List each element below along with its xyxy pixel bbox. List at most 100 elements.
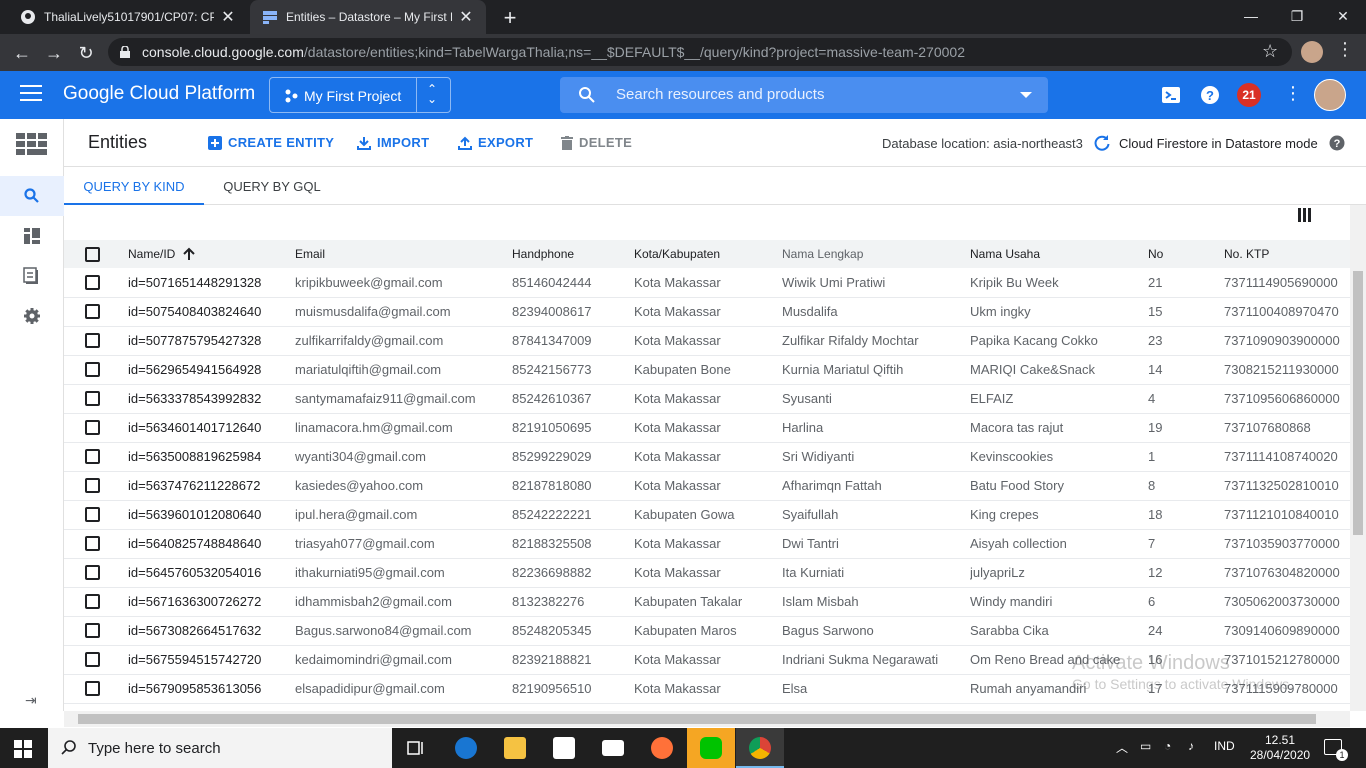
- close-window-button[interactable]: ✕: [1320, 0, 1366, 34]
- clock[interactable]: 12.51 28/04/2020: [1250, 733, 1310, 763]
- row-checkbox[interactable]: [85, 478, 100, 493]
- datastore-product-icon[interactable]: [0, 123, 64, 163]
- delete-button[interactable]: DELETE: [561, 135, 632, 150]
- volume-icon[interactable]: ♪: [1188, 739, 1194, 753]
- browser-tab-datastore[interactable]: Entities – Datastore – My First Pr ✕: [250, 0, 486, 34]
- expand-rail-icon[interactable]: ⇥: [25, 692, 37, 709]
- search-bar[interactable]: Search resources and products: [560, 77, 1048, 113]
- table-row[interactable]: id=5671636300726272 idhammisbah2@gmail.co…: [64, 587, 1350, 617]
- column-header[interactable]: No: [1148, 240, 1224, 268]
- close-tab-icon[interactable]: ✕: [458, 7, 474, 27]
- tab-query-by-gql[interactable]: QUERY BY GQL: [204, 167, 340, 205]
- table-row[interactable]: id=5639601012080640 ipul.hera@gmail.com 85…: [64, 500, 1350, 530]
- table-row[interactable]: id=5629654941564928 mariatulqiftih@gmail.…: [64, 355, 1350, 385]
- forward-icon[interactable]: →: [41, 40, 67, 66]
- vertical-scrollbar[interactable]: [1350, 205, 1366, 711]
- row-checkbox[interactable]: [85, 652, 100, 667]
- cloud-shell-icon[interactable]: [1160, 84, 1182, 106]
- url-field[interactable]: console.cloud.google.com/datastore/entit…: [108, 38, 1292, 66]
- row-checkbox[interactable]: [85, 304, 100, 319]
- row-checkbox[interactable]: [85, 623, 100, 638]
- browser-profile-avatar[interactable]: [1301, 41, 1323, 63]
- entity-id-link[interactable]: id=5629654941564928: [128, 355, 295, 385]
- create-entity-button[interactable]: CREATE ENTITY: [208, 135, 334, 150]
- chevron-up-icon[interactable]: ︿: [1116, 739, 1128, 756]
- horizontal-scrollbar[interactable]: [64, 711, 1350, 727]
- notification-center-icon[interactable]: 1: [1324, 739, 1348, 761]
- column-display-icon[interactable]: [1298, 208, 1312, 222]
- scrollbar-thumb[interactable]: [1353, 271, 1363, 535]
- hamburger-menu-icon[interactable]: [20, 85, 42, 103]
- entity-id-link[interactable]: id=5637476211228672: [128, 471, 295, 501]
- entity-id-link[interactable]: id=5645760532054016: [128, 558, 295, 588]
- row-checkbox[interactable]: [85, 274, 100, 290]
- reload-icon[interactable]: ↻: [73, 40, 99, 66]
- row-checkbox[interactable]: [85, 565, 100, 580]
- entity-id-link[interactable]: id=5675594515742720: [128, 645, 295, 675]
- gcp-title[interactable]: Google Cloud Platform: [63, 83, 255, 105]
- row-checkbox[interactable]: [85, 333, 100, 348]
- arrow-up-icon[interactable]: [183, 247, 196, 261]
- back-icon[interactable]: ←: [9, 40, 35, 66]
- row-checkbox[interactable]: [85, 420, 100, 435]
- column-header[interactable]: Handphone: [512, 240, 634, 268]
- maximize-button[interactable]: ❐: [1274, 0, 1320, 34]
- table-row[interactable]: id=5075408403824640 muismusdalifa@gmail.c…: [64, 297, 1350, 327]
- entity-id-link[interactable]: id=5633378543992832: [128, 384, 295, 414]
- entity-id-link[interactable]: id=5679095853613056: [128, 674, 295, 704]
- firefox-app[interactable]: [638, 728, 686, 768]
- tab-query-by-kind[interactable]: QUERY BY KIND: [64, 167, 204, 205]
- chevron-down-icon[interactable]: [1020, 92, 1032, 98]
- table-row[interactable]: id=5645760532054016 ithakurniati95@gmail.…: [64, 558, 1350, 588]
- taskbar-search[interactable]: Type here to search: [48, 728, 392, 768]
- row-checkbox[interactable]: [85, 507, 100, 522]
- mail-app[interactable]: [589, 728, 637, 768]
- table-row[interactable]: id=5071651448291328 kripikbuweek@gmail.co…: [64, 268, 1350, 298]
- column-header[interactable]: Nama Lengkap: [782, 240, 970, 268]
- row-checkbox[interactable]: [85, 536, 100, 551]
- file-explorer-app[interactable]: [491, 728, 539, 768]
- entity-id-link[interactable]: id=5673082664517632: [128, 616, 295, 646]
- browser-tab-github[interactable]: ThaliaLively51017901/CP07: CP07 ✕: [8, 0, 248, 34]
- entity-id-link[interactable]: id=5075408403824640: [128, 297, 295, 327]
- table-row[interactable]: id=5637476211228672 kasiedes@yahoo.com 821…: [64, 471, 1350, 501]
- more-vert-icon[interactable]: ⋮: [1284, 83, 1302, 104]
- entity-id-link[interactable]: id=5634601401712640: [128, 413, 295, 443]
- refresh-icon[interactable]: [1093, 134, 1111, 152]
- rail-item-settings[interactable]: [0, 296, 64, 336]
- row-checkbox[interactable]: [85, 681, 100, 696]
- battery-icon[interactable]: ▭: [1140, 739, 1151, 753]
- column-header[interactable]: No. KTP: [1224, 240, 1350, 268]
- row-checkbox[interactable]: [85, 449, 100, 464]
- table-row[interactable]: id=5077875795427328 zulfikarrifaldy@gmail…: [64, 326, 1350, 356]
- wifi-icon[interactable]: ◔: [1164, 739, 1171, 753]
- windows-start-icon[interactable]: [14, 740, 32, 758]
- line-app[interactable]: [687, 728, 735, 768]
- scrollbar-thumb[interactable]: [78, 714, 1316, 724]
- avatar[interactable]: [1314, 79, 1346, 111]
- entity-id-link[interactable]: id=5635008819625984: [128, 442, 295, 472]
- new-tab-button[interactable]: +: [498, 5, 522, 31]
- store-app[interactable]: [540, 728, 588, 768]
- select-all-checkbox[interactable]: [85, 246, 100, 262]
- column-header[interactable]: Kota/Kabupaten: [634, 240, 782, 268]
- minimize-button[interactable]: —: [1228, 0, 1274, 34]
- table-row[interactable]: id=5633378543992832 santymamafaiz911@gmai…: [64, 384, 1350, 414]
- notification-badge[interactable]: 21: [1237, 83, 1261, 107]
- edge-app[interactable]: [442, 728, 490, 768]
- table-row[interactable]: id=5640825748848640 triasyah077@gmail.com…: [64, 529, 1350, 559]
- entity-id-link[interactable]: id=5071651448291328: [128, 268, 295, 298]
- table-row[interactable]: id=5673082664517632 Bagus.sarwono84@gmail…: [64, 616, 1350, 646]
- entity-id-link[interactable]: id=5639601012080640: [128, 500, 295, 530]
- column-header[interactable]: Nama Usaha: [970, 240, 1148, 268]
- entity-id-link[interactable]: id=5077875795427328: [128, 326, 295, 356]
- help-icon[interactable]: ?: [1199, 84, 1221, 106]
- entity-id-link[interactable]: id=5640825748848640: [128, 529, 295, 559]
- bookmark-star-icon[interactable]: ☆: [1262, 41, 1278, 62]
- rail-item-entities[interactable]: [0, 176, 64, 216]
- table-row[interactable]: id=5635008819625984 wyanti304@gmail.com 85…: [64, 442, 1350, 472]
- export-button[interactable]: EXPORT: [458, 135, 533, 150]
- table-row[interactable]: id=5679095853613056 elsapadidipur@gmail.c…: [64, 674, 1350, 704]
- help-icon[interactable]: ?: [1329, 135, 1345, 151]
- row-checkbox[interactable]: [85, 391, 100, 406]
